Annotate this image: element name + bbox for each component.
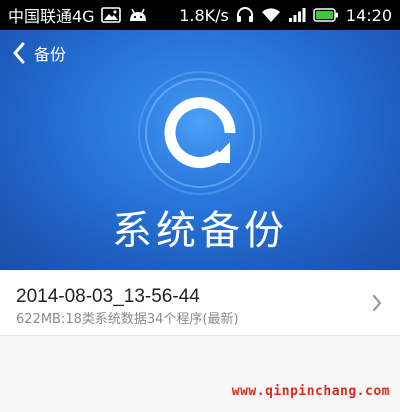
backup-list-item[interactable]: 2014-08-03_13-56-44 622MB:18类系统数据34个程序(最… bbox=[0, 270, 400, 336]
watermark: www.qinpinchang.com bbox=[231, 384, 390, 399]
backup-name: 2014-08-03_13-56-44 bbox=[16, 286, 200, 307]
hero-banner: 备份 系统备份 bbox=[0, 30, 400, 270]
signal-icon bbox=[288, 7, 306, 23]
battery-icon bbox=[313, 8, 339, 22]
chevron-right-icon bbox=[372, 294, 382, 316]
status-bar: 中国联通4G 1.8K/s 14:20 bbox=[0, 0, 400, 30]
back-button[interactable]: 备份 bbox=[12, 38, 66, 68]
backup-logo-icon bbox=[138, 71, 262, 195]
clock: 14:20 bbox=[345, 5, 392, 25]
backup-detail: 622MB:18类系统数据34个程序(最新) bbox=[16, 312, 239, 327]
page-title: 系统备份 bbox=[112, 208, 288, 254]
status-left: 中国联通4G bbox=[8, 3, 149, 27]
wifi-icon bbox=[261, 7, 281, 23]
carrier-label: 中国联通4G bbox=[8, 7, 95, 26]
headphones-icon bbox=[236, 6, 254, 24]
back-label: 备份 bbox=[34, 45, 67, 64]
network-speed: 1.8K/s bbox=[179, 5, 229, 25]
android-icon bbox=[127, 7, 149, 23]
status-right: 1.8K/s 14:20 bbox=[179, 6, 392, 25]
chevron-left-icon bbox=[12, 42, 26, 64]
image-icon bbox=[100, 7, 121, 23]
backup-list: 2014-08-03_13-56-44 622MB:18类系统数据34个程序(最… bbox=[0, 270, 400, 412]
